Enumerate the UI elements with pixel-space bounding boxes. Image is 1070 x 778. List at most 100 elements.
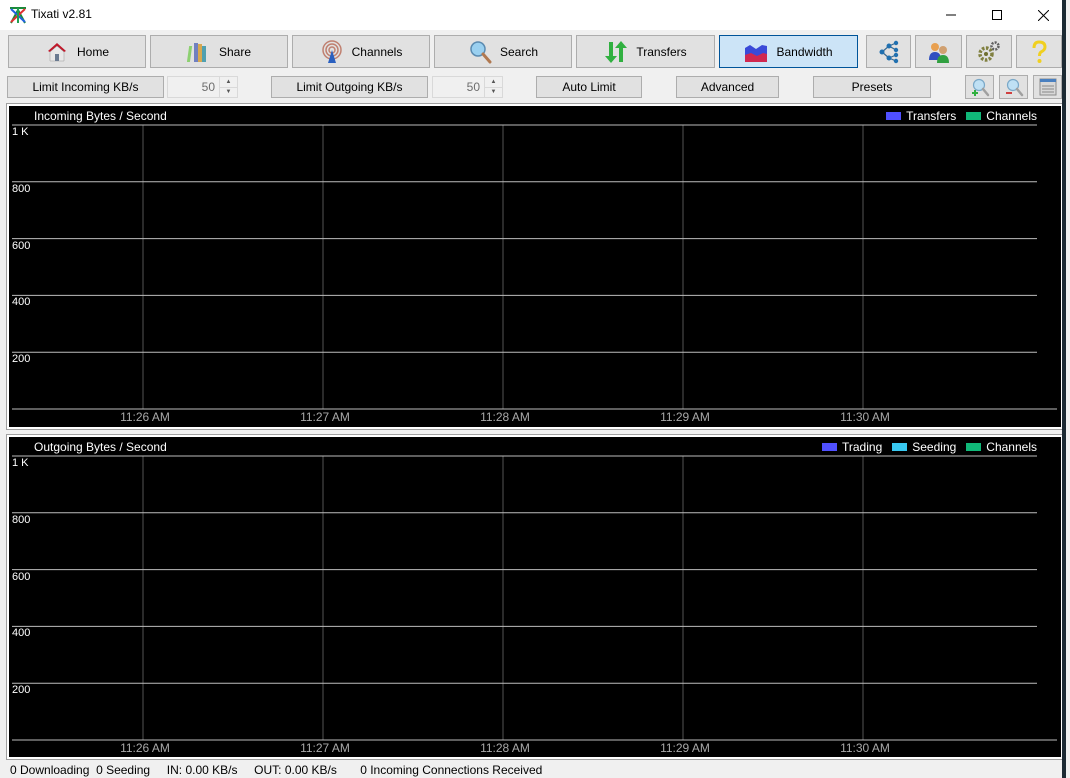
y-tick-label: 800 [12, 182, 31, 195]
legend-label-channels: Channels [986, 440, 1037, 454]
limit-incoming-button[interactable]: Limit Incoming KB/s [7, 76, 164, 98]
legend-swatch-channels [966, 443, 982, 451]
limit-outgoing-stepper[interactable]: 50 ▲ ▼ [432, 76, 503, 98]
channels-button[interactable]: Channels [292, 35, 430, 68]
limit-incoming-value[interactable]: 50 [168, 80, 219, 94]
legend-label-transfers: Transfers [906, 109, 957, 123]
x-tick-label: 11:26 AM [120, 741, 170, 755]
x-tick-label: 11:29 AM [660, 741, 710, 755]
y-tick-label: 200 [12, 353, 31, 366]
y-tick-label: 600 [12, 239, 31, 252]
legend-swatch-seeding [892, 443, 908, 451]
legend-swatch-channels [966, 112, 982, 120]
window-title: Tixati v2.81 [31, 7, 92, 21]
bandwidth-graph-icon [745, 44, 768, 62]
zoom-out-icon [1005, 78, 1023, 97]
incoming-chart-svg [12, 124, 1057, 410]
search-button[interactable]: Search [434, 35, 572, 68]
decrement-arrow-icon[interactable]: ▼ [220, 88, 237, 98]
x-tick-label: 11:26 AM [120, 410, 170, 424]
status-out-rate: OUT: 0.00 KB/s [254, 763, 337, 777]
legend-label-trading: Trading [842, 440, 883, 454]
books-icon [186, 42, 206, 62]
incoming-chart-legend: Transfers Channels [886, 109, 1037, 123]
status-incoming-connections: 0 Incoming Connections Received [360, 763, 543, 777]
up-down-arrows-icon [605, 40, 628, 63]
advanced-button[interactable]: Advanced [676, 76, 779, 98]
users-button[interactable] [915, 35, 962, 68]
status-in-rate: IN: 0.00 KB/s [166, 763, 238, 777]
transfers-button[interactable]: Transfers [576, 35, 715, 68]
zoom-out-button[interactable] [999, 75, 1028, 99]
channels-label: Channels [351, 44, 403, 59]
x-tick-label: 11:29 AM [660, 410, 710, 424]
limit-outgoing-label: Limit Outgoing KB/s [296, 80, 403, 94]
advanced-label: Advanced [700, 80, 755, 94]
x-tick-label: 11:27 AM [300, 410, 350, 424]
outgoing-chart-legend: Trading Seeding Channels [822, 440, 1037, 454]
presets-label: Presets [851, 80, 893, 94]
settings-button[interactable] [966, 35, 1012, 68]
share-button[interactable]: Share [150, 35, 288, 68]
window-edge [1062, 0, 1066, 778]
legend-swatch-trading [822, 443, 837, 451]
window-layout-icon [1039, 78, 1056, 96]
limit-outgoing-button[interactable]: Limit Outgoing KB/s [271, 76, 428, 98]
outgoing-chart-title: Outgoing Bytes / Second [34, 440, 167, 454]
legend-item-channels: Channels [966, 109, 1037, 123]
increment-arrow-icon[interactable]: ▲ [485, 77, 502, 88]
maximize-button[interactable] [974, 0, 1020, 30]
presets-button[interactable]: Presets [813, 76, 931, 98]
x-tick-label: 11:30 AM [840, 410, 890, 424]
close-button[interactable] [1020, 0, 1066, 30]
status-seeding: 0 Seeding [96, 763, 151, 777]
title-bar: Tixati v2.81 [0, 0, 1066, 30]
incoming-chart-title: Incoming Bytes / Second [34, 109, 167, 123]
home-button[interactable]: Home [8, 35, 146, 68]
limit-outgoing-value[interactable]: 50 [433, 80, 484, 94]
legend-swatch-transfers [886, 112, 902, 120]
status-bar: 0 Downloading 0 Seeding IN: 0.00 KB/s OU… [10, 763, 542, 777]
y-tick-label: 400 [12, 627, 31, 640]
peers-network-button[interactable] [866, 35, 911, 68]
incoming-bandwidth-chart: Incoming Bytes / Second Transfers Channe… [6, 103, 1064, 430]
share-label: Share [218, 44, 252, 59]
x-tick-label: 11:30 AM [840, 741, 890, 755]
help-button[interactable] [1016, 35, 1062, 68]
minimize-icon [946, 14, 956, 16]
transfers-label: Transfers [636, 44, 687, 59]
auto-limit-button[interactable]: Auto Limit [536, 76, 642, 98]
legend-item-channels: Channels [966, 440, 1037, 454]
legend-item-transfers: Transfers [886, 109, 956, 123]
y-tick-label: 1 K [12, 126, 29, 138]
x-tick-label: 11:27 AM [300, 741, 350, 755]
status-downloading: 0 Downloading [10, 763, 90, 777]
outgoing-bandwidth-chart: Outgoing Bytes / Second Trading Seeding … [6, 434, 1064, 760]
legend-label-seeding: Seeding [912, 440, 957, 454]
decrement-arrow-icon[interactable]: ▼ [485, 88, 502, 98]
legend-item-trading: Trading [822, 440, 882, 454]
tixati-window: Tixati v2.81 Home Share Channels Search … [0, 0, 1066, 778]
legend-item-seeding: Seeding [892, 440, 956, 454]
bandwidth-button[interactable]: Bandwidth [719, 35, 858, 68]
increment-arrow-icon[interactable]: ▲ [220, 77, 237, 88]
minimize-button[interactable] [928, 0, 974, 30]
limit-incoming-stepper[interactable]: 50 ▲ ▼ [167, 76, 238, 98]
zoom-in-button[interactable] [965, 75, 994, 99]
y-tick-label: 1 K [12, 457, 29, 469]
legend-label-channels: Channels [986, 109, 1037, 123]
antenna-icon [321, 39, 342, 63]
gears-icon [978, 40, 1000, 62]
x-tick-label: 11:28 AM [480, 741, 530, 755]
maximize-icon [992, 10, 1002, 20]
outgoing-chart-svg [12, 455, 1057, 741]
x-tick-label: 11:28 AM [480, 410, 530, 424]
y-tick-label: 600 [12, 570, 31, 583]
tixati-logo-icon [10, 7, 26, 24]
zoom-in-icon [971, 78, 989, 97]
question-mark-icon [1032, 39, 1047, 63]
home-label: Home [76, 44, 109, 59]
y-tick-label: 400 [12, 296, 31, 309]
y-tick-label: 800 [12, 513, 31, 526]
view-options-button[interactable] [1033, 75, 1062, 99]
